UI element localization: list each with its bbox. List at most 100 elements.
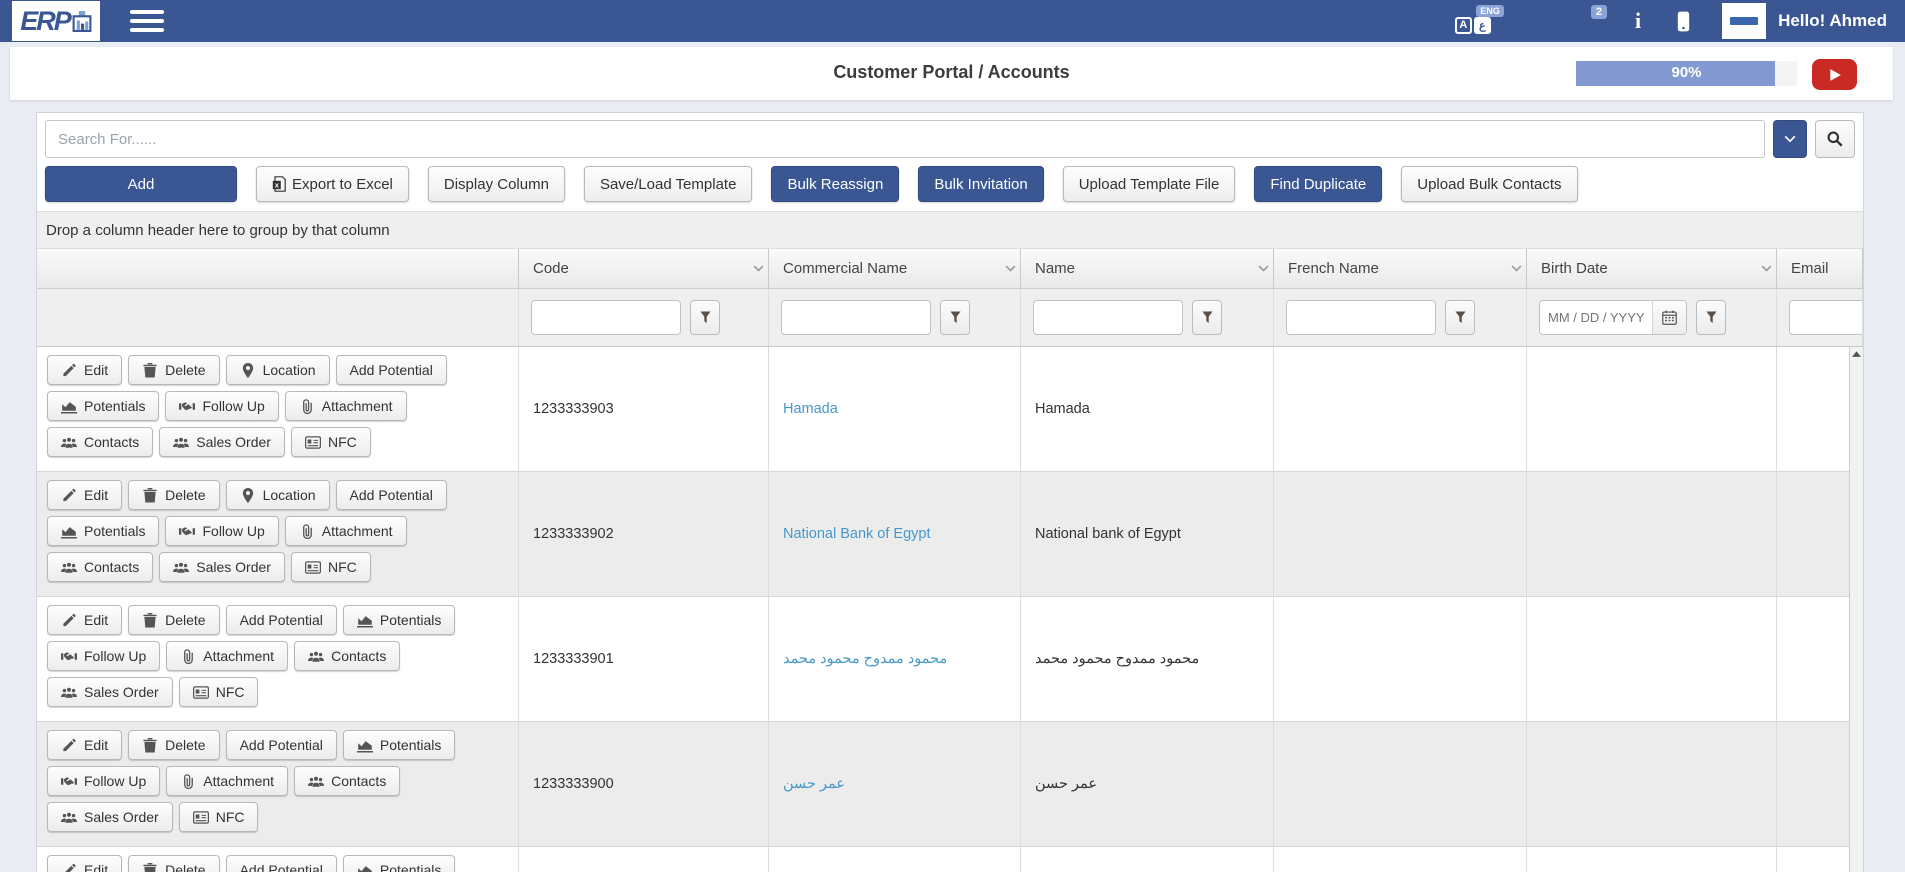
follow-up-button[interactable]: Follow Up bbox=[165, 516, 278, 546]
follow-up-button[interactable]: Follow Up bbox=[165, 391, 278, 421]
attachment-button[interactable]: Attachment bbox=[285, 516, 407, 546]
add-potential-button[interactable]: Add Potential bbox=[226, 855, 337, 872]
delete-button[interactable]: Delete bbox=[128, 480, 219, 510]
nfc-button[interactable]: NFC bbox=[179, 677, 259, 707]
contacts-button[interactable]: Contacts bbox=[294, 641, 400, 671]
display-column-button[interactable]: Display Column bbox=[428, 166, 565, 202]
filter-input-commercial-name[interactable] bbox=[781, 300, 931, 335]
attachment-button[interactable]: Attachment bbox=[285, 391, 407, 421]
location-button[interactable]: Location bbox=[226, 480, 330, 510]
add-potential-button[interactable]: Add Potential bbox=[226, 730, 337, 760]
column-header-birth-date[interactable]: Birth Date bbox=[1527, 249, 1777, 288]
column-header-email[interactable]: Email bbox=[1777, 249, 1863, 288]
location-button[interactable]: Location bbox=[226, 355, 330, 385]
scroll-up-icon[interactable] bbox=[1850, 347, 1863, 357]
edit-button[interactable]: Edit bbox=[47, 730, 122, 760]
nfc-button[interactable]: NFC bbox=[291, 552, 371, 582]
calendar-button[interactable] bbox=[1652, 301, 1686, 334]
video-tutorial-button[interactable] bbox=[1812, 59, 1857, 90]
filter-funnel-button[interactable] bbox=[1192, 300, 1222, 335]
chevron-down-icon[interactable] bbox=[1005, 265, 1016, 272]
chevron-down-icon[interactable] bbox=[1511, 265, 1522, 272]
contacts-button[interactable]: Contacts bbox=[47, 552, 153, 582]
button-label: Potentials bbox=[84, 523, 145, 539]
follow-up-button[interactable]: Follow Up bbox=[47, 641, 160, 671]
vertical-scrollbar[interactable] bbox=[1849, 347, 1863, 872]
commercial-name-link[interactable]: National Bank of Egypt bbox=[769, 472, 1021, 596]
sales-order-button[interactable]: Sales Order bbox=[159, 552, 285, 582]
filter-funnel-button[interactable] bbox=[940, 300, 970, 335]
chevron-down-icon[interactable] bbox=[1258, 265, 1269, 272]
menu-icon[interactable] bbox=[130, 5, 164, 37]
potentials-button[interactable]: Potentials bbox=[343, 730, 455, 760]
find-duplicate-button[interactable]: Find Duplicate bbox=[1254, 166, 1382, 202]
nfc-button[interactable]: NFC bbox=[291, 427, 371, 457]
id-card-icon bbox=[193, 685, 209, 700]
filter-input-birth-date[interactable] bbox=[1540, 301, 1652, 334]
attachment-button[interactable]: Attachment bbox=[166, 766, 288, 796]
add-potential-button[interactable]: Add Potential bbox=[336, 355, 447, 385]
add-potential-button[interactable]: Add Potential bbox=[226, 605, 337, 635]
follow-up-button[interactable]: Follow Up bbox=[47, 766, 160, 796]
search-options-button[interactable] bbox=[1773, 120, 1807, 158]
sales-order-button[interactable]: Sales Order bbox=[47, 677, 173, 707]
sales-order-button[interactable]: Sales Order bbox=[47, 802, 173, 832]
delete-button[interactable]: Delete bbox=[128, 855, 219, 872]
delete-button[interactable]: Delete bbox=[128, 605, 219, 635]
bulk-invitation-button[interactable]: Bulk Invitation bbox=[918, 166, 1043, 202]
potentials-button[interactable]: Potentials bbox=[47, 516, 159, 546]
contacts-button[interactable]: Contacts bbox=[294, 766, 400, 796]
add-button[interactable]: Add bbox=[45, 166, 237, 202]
column-header-french-name[interactable]: French Name bbox=[1274, 249, 1527, 288]
commercial-name-link[interactable]: عمر حسن bbox=[769, 722, 1021, 846]
edit-button[interactable]: Edit bbox=[47, 605, 122, 635]
filter-input-code[interactable] bbox=[531, 300, 681, 335]
column-header-code[interactable]: Code bbox=[519, 249, 769, 288]
contacts-button[interactable]: Contacts bbox=[47, 427, 153, 457]
filter-input-email[interactable] bbox=[1789, 300, 1863, 335]
search-button[interactable] bbox=[1815, 120, 1855, 158]
edit-button[interactable]: Edit bbox=[47, 855, 122, 872]
add-potential-button[interactable]: Add Potential bbox=[336, 480, 447, 510]
potentials-button[interactable]: Potentials bbox=[343, 605, 455, 635]
button-label: NFC bbox=[328, 559, 357, 575]
upload-template-file-button[interactable]: Upload Template File bbox=[1063, 166, 1236, 202]
nfc-button[interactable]: NFC bbox=[179, 802, 259, 832]
filter-input-french-name[interactable] bbox=[1286, 300, 1436, 335]
column-header-name[interactable]: Name bbox=[1021, 249, 1274, 288]
phone-icon[interactable] bbox=[1677, 11, 1690, 32]
attachment-button[interactable]: Attachment bbox=[166, 641, 288, 671]
filter-funnel-button[interactable] bbox=[690, 300, 720, 335]
notification-badge[interactable]: 2 bbox=[1591, 5, 1607, 19]
export-to-excel-button[interactable]: xExport to Excel bbox=[256, 166, 409, 202]
filter-funnel-button[interactable] bbox=[1696, 300, 1726, 335]
edit-button[interactable]: Edit bbox=[47, 480, 122, 510]
excel-icon: x bbox=[272, 176, 286, 192]
potentials-button[interactable]: Potentials bbox=[47, 391, 159, 421]
search-input[interactable] bbox=[45, 120, 1765, 158]
commercial-name-link[interactable]: Hamada bbox=[769, 347, 1021, 471]
sales-order-button[interactable]: Sales Order bbox=[159, 427, 285, 457]
app-logo[interactable]: ERP bbox=[12, 1, 100, 41]
pencil-icon bbox=[61, 863, 77, 872]
cell-code: 1233333900 bbox=[519, 722, 769, 846]
info-icon[interactable]: i bbox=[1635, 10, 1641, 32]
chevron-down-icon[interactable] bbox=[753, 265, 764, 272]
edit-button[interactable]: Edit bbox=[47, 355, 122, 385]
filter-funnel-button[interactable] bbox=[1445, 300, 1475, 335]
language-switcher[interactable]: A ع ENG bbox=[1455, 17, 1491, 34]
upload-bulk-contacts-button[interactable]: Upload Bulk Contacts bbox=[1401, 166, 1577, 202]
bulk-reassign-button[interactable]: Bulk Reassign bbox=[771, 166, 899, 202]
commercial-name-link[interactable]: محمود ممدوح محمود محمد bbox=[769, 597, 1021, 721]
progress-bar: 90% bbox=[1576, 61, 1797, 86]
column-header-commercial-name[interactable]: Commercial Name bbox=[769, 249, 1021, 288]
filter-input-name[interactable] bbox=[1033, 300, 1183, 335]
avatar[interactable] bbox=[1722, 3, 1766, 39]
potentials-button[interactable]: Potentials bbox=[343, 855, 455, 872]
chevron-down-icon[interactable] bbox=[1761, 265, 1772, 272]
save-load-template-button[interactable]: Save/Load Template bbox=[584, 166, 753, 202]
button-label: Sales Order bbox=[84, 809, 159, 825]
delete-button[interactable]: Delete bbox=[128, 355, 219, 385]
pencil-icon bbox=[61, 613, 77, 628]
delete-button[interactable]: Delete bbox=[128, 730, 219, 760]
